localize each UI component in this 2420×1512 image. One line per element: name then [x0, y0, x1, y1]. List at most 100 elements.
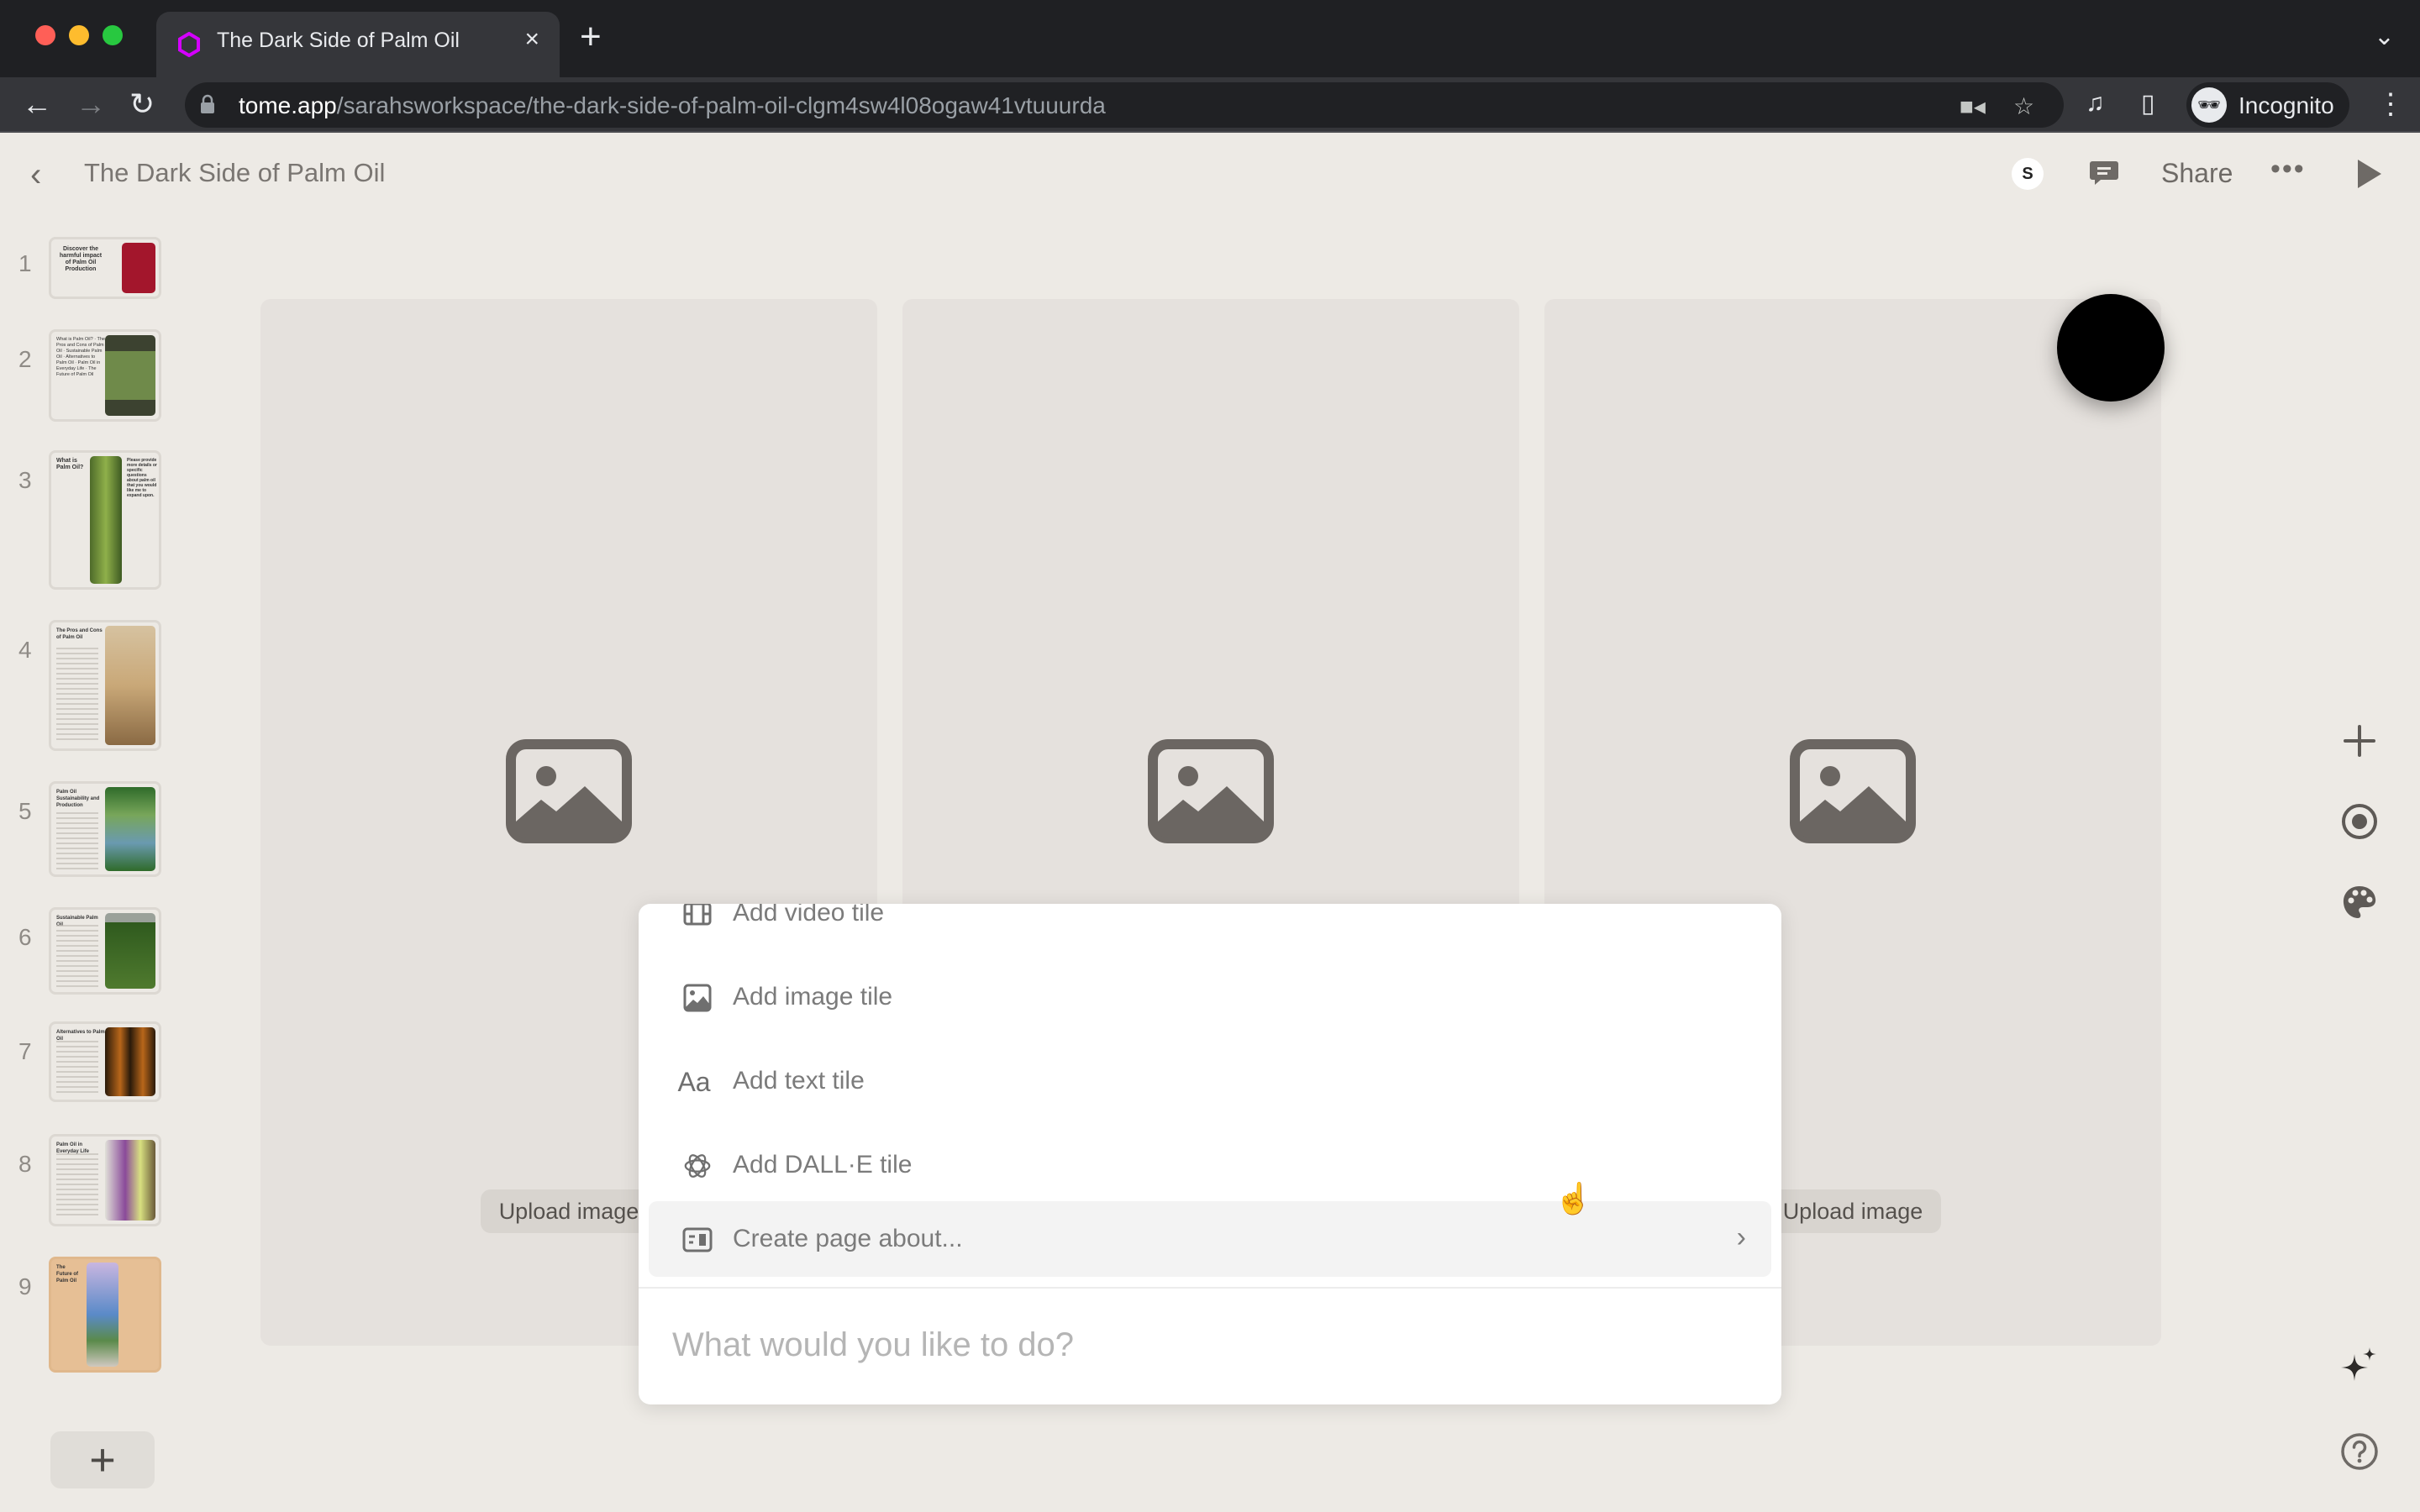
window-close-button[interactable] [35, 25, 55, 45]
record-icon [2342, 804, 2377, 839]
slide-number: 6 [18, 924, 32, 950]
incognito-label: Incognito [2238, 92, 2334, 118]
back-arrow-icon[interactable]: ← [22, 86, 52, 123]
slide-image [105, 335, 155, 416]
slide-image [122, 243, 155, 293]
recording-bubble[interactable] [2057, 294, 2165, 402]
slide-preview[interactable]: Sustainable Palm Oil [49, 907, 161, 995]
video-icon [682, 904, 713, 929]
media-controls-icon[interactable]: ♫ [2086, 89, 2105, 118]
slide-title: What is Palm Oil? · The Pros and Cons of… [56, 337, 105, 377]
menu-item-add-video-tile[interactable]: Add video tile [649, 904, 1771, 951]
address-bar[interactable]: tome.app/sarahsworkspace/the-dark-side-o… [185, 82, 2064, 128]
help-button[interactable] [2336, 1428, 2383, 1475]
tab-close-icon[interactable]: × [524, 25, 539, 54]
slide-preview[interactable]: The Pros and Cons of Palm Oil [49, 620, 161, 751]
slide-image [90, 456, 122, 584]
menu-item-label: Add DALL·E tile [733, 1151, 913, 1179]
share-button[interactable]: Share [2161, 158, 2233, 189]
comment-icon[interactable] [2089, 158, 2119, 188]
browser-toolbar: ← → ↻ tome.app/sarahsworkspace/the-dark-… [0, 77, 2420, 133]
record-button[interactable] [2336, 798, 2383, 845]
slide-aside: Please provide more details or specific … [127, 458, 157, 498]
reload-icon[interactable]: ↻ [129, 86, 155, 123]
hand-cursor-icon: ☝ [1555, 1181, 1592, 1215]
theme-button[interactable] [2336, 879, 2383, 926]
incognito-profile-button[interactable]: 🕶 Incognito [2186, 82, 2349, 128]
new-tab-button[interactable]: + [580, 18, 602, 55]
slide-number: 1 [18, 250, 32, 276]
image-placeholder-icon [1790, 739, 1916, 843]
text-icon: Aa [677, 1066, 711, 1097]
upload-image-button[interactable]: Upload image [1765, 1189, 1941, 1233]
slide-image [105, 787, 155, 871]
slide-preview[interactable]: Alternatives to Palm Oil [49, 1021, 161, 1102]
url-text[interactable]: tome.app/sarahsworkspace/the-dark-side-o… [239, 92, 1106, 119]
page-icon [682, 1225, 713, 1255]
slide-title: The Future of Palm Oil [56, 1265, 78, 1284]
browser-menu-icon[interactable]: ⋮ [2376, 87, 2405, 121]
image-placeholder-icon [1148, 739, 1274, 843]
slide-body-text [56, 812, 98, 869]
forward-arrow-icon[interactable]: → [76, 86, 106, 123]
ai-assistant-button[interactable] [2336, 1344, 2383, 1391]
slide-preview[interactable]: Discover the harmful impact of Palm Oil … [49, 237, 161, 299]
page-title[interactable]: The Dark Side of Palm Oil [84, 158, 385, 188]
bookmark-star-icon[interactable]: ☆ [2013, 92, 2034, 120]
slide-body-text [56, 1153, 98, 1219]
present-play-icon[interactable] [2358, 160, 2381, 188]
window-minimize-button[interactable] [69, 25, 89, 45]
incognito-icon: 🕶 [2191, 87, 2227, 123]
menu-item-add-dalle-tile[interactable]: Add DALL·E tile [649, 1127, 1771, 1203]
slide-image [105, 1140, 155, 1221]
menu-item-label: Add image tile [733, 983, 893, 1011]
chevron-right-icon: › [1736, 1221, 1746, 1253]
menu-item-add-image-tile[interactable]: Add image tile [649, 959, 1771, 1035]
avatar[interactable]: S [2012, 158, 2044, 190]
slide-image [87, 1263, 118, 1367]
ai-prompt-input[interactable] [672, 1315, 1748, 1374]
slide-title: Discover the harmful impact of Palm Oil … [59, 246, 103, 272]
tab-title: The Dark Side of Palm Oil [217, 29, 460, 52]
menu-item-add-text-tile[interactable]: Aa Add text tile [649, 1043, 1771, 1119]
slide-body-text [56, 648, 98, 743]
slide-title: What is Palm Oil? [56, 458, 84, 470]
more-options-icon[interactable]: ••• [2270, 153, 2306, 186]
slide-number: 5 [18, 798, 32, 824]
palette-icon [2343, 886, 2376, 918]
add-tile-button[interactable] [2336, 717, 2383, 764]
slide-preview[interactable]: The Future of Palm Oil [49, 1257, 161, 1373]
slide-number: 2 [18, 346, 32, 372]
image-icon [682, 983, 713, 1013]
upload-image-button[interactable]: Upload image [481, 1189, 657, 1233]
divider [639, 1287, 1781, 1289]
window-zoom-button[interactable] [103, 25, 123, 45]
menu-item-label: Add text tile [733, 1067, 865, 1095]
add-page-button[interactable]: + [50, 1431, 155, 1488]
slide-preview[interactable]: What is Palm Oil? · The Pros and Cons of… [49, 329, 161, 422]
menu-item-create-page-about[interactable]: Create page about... › [649, 1201, 1771, 1277]
slide-number: 4 [18, 637, 32, 663]
slide-body-text [56, 1041, 98, 1095]
slide-preview[interactable]: Palm Oil in Everyday Life [49, 1134, 161, 1226]
lock-icon [201, 94, 214, 113]
slide-title: Palm Oil Sustainability and Production [56, 790, 100, 808]
command-menu: Add video tile Add image tile Aa Add tex… [639, 904, 1781, 1404]
slide-title: The Pros and Cons of Palm Oil [56, 628, 103, 640]
side-panel-icon[interactable]: ▯ [2141, 89, 2155, 118]
tome-favicon-icon [178, 32, 200, 57]
slide-image [105, 913, 155, 989]
browser-tab-bar: The Dark Side of Palm Oil × + ⌄ [0, 0, 2420, 77]
tab-search-chevron-icon[interactable]: ⌄ [2374, 22, 2395, 51]
slide-preview[interactable]: Palm Oil Sustainability and Production [49, 781, 161, 877]
slide-number: 3 [18, 467, 32, 493]
slide-number: 8 [18, 1151, 32, 1177]
help-icon [2341, 1433, 2378, 1470]
camera-blocked-icon[interactable]: ■◂ [1960, 92, 1986, 120]
menu-item-label: Create page about... [733, 1225, 963, 1252]
openai-icon [682, 1151, 713, 1181]
slide-preview[interactable]: What is Palm Oil? Please provide more de… [49, 450, 161, 590]
image-placeholder-icon [506, 739, 632, 843]
chevron-left-icon[interactable]: ‹ [30, 156, 41, 194]
browser-tab[interactable]: The Dark Side of Palm Oil × [156, 12, 560, 77]
